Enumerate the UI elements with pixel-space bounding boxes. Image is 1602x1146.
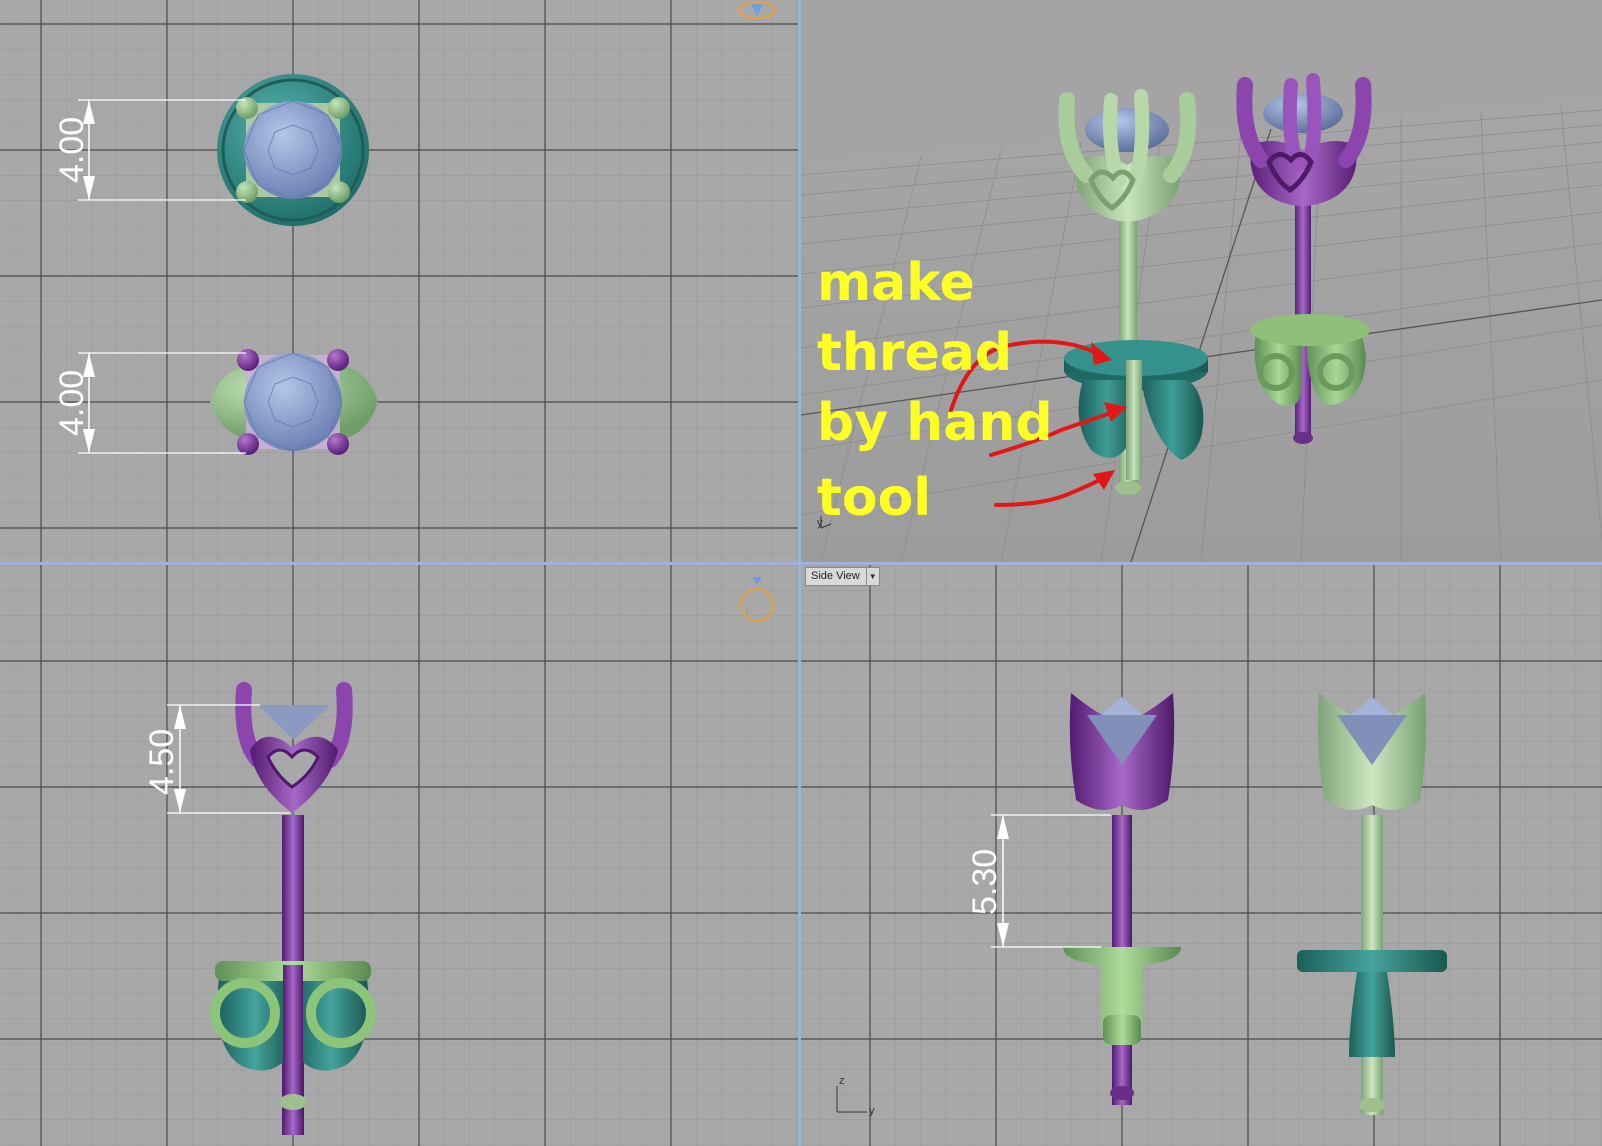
side-viewport[interactable]: 5.30 z y Side View ▼ xyxy=(801,565,1602,1146)
dimension-label: 4.00 xyxy=(53,370,91,436)
four-viewport-cad-window: 4.00 4.00 make thread by hand tool y 4.5… xyxy=(0,0,1602,1146)
dimension-label: 4.50 xyxy=(143,729,181,795)
viewport-splitter-horizontal[interactable] xyxy=(0,562,1602,565)
top-viewport-canvas[interactable]: 4.00 4.00 xyxy=(0,0,798,562)
axis-label: y xyxy=(817,517,823,529)
annotation-line-3: by hand xyxy=(817,393,1053,453)
axis-label-y: y xyxy=(869,1105,875,1117)
front-viewport-canvas[interactable]: 4.50 xyxy=(0,565,798,1146)
annotation-line-1: make xyxy=(817,253,975,313)
axis-label-z: z xyxy=(839,1075,845,1087)
annotation-line-2: thread xyxy=(817,323,1012,383)
side-viewport-canvas[interactable]: 5.30 z y xyxy=(801,565,1602,1146)
top-viewport[interactable]: 4.00 4.00 xyxy=(0,0,798,562)
perspective-viewport[interactable]: make thread by hand tool y xyxy=(801,0,1602,562)
viewport-splitter-vertical[interactable] xyxy=(798,0,801,1146)
perspective-viewport-canvas[interactable]: make thread by hand tool y xyxy=(801,0,1602,562)
annotation-line-4: tool xyxy=(817,468,931,528)
dimension-label: 5.30 xyxy=(966,849,1004,915)
chevron-down-icon[interactable]: ▼ xyxy=(865,568,879,585)
view-name-dropdown[interactable]: Side View ▼ xyxy=(805,567,880,586)
earring-top-view-teal[interactable] xyxy=(217,74,369,226)
front-viewport[interactable]: 4.50 xyxy=(0,565,798,1146)
dimension-label: 4.00 xyxy=(53,117,91,183)
view-name-label: Side View xyxy=(811,570,860,582)
